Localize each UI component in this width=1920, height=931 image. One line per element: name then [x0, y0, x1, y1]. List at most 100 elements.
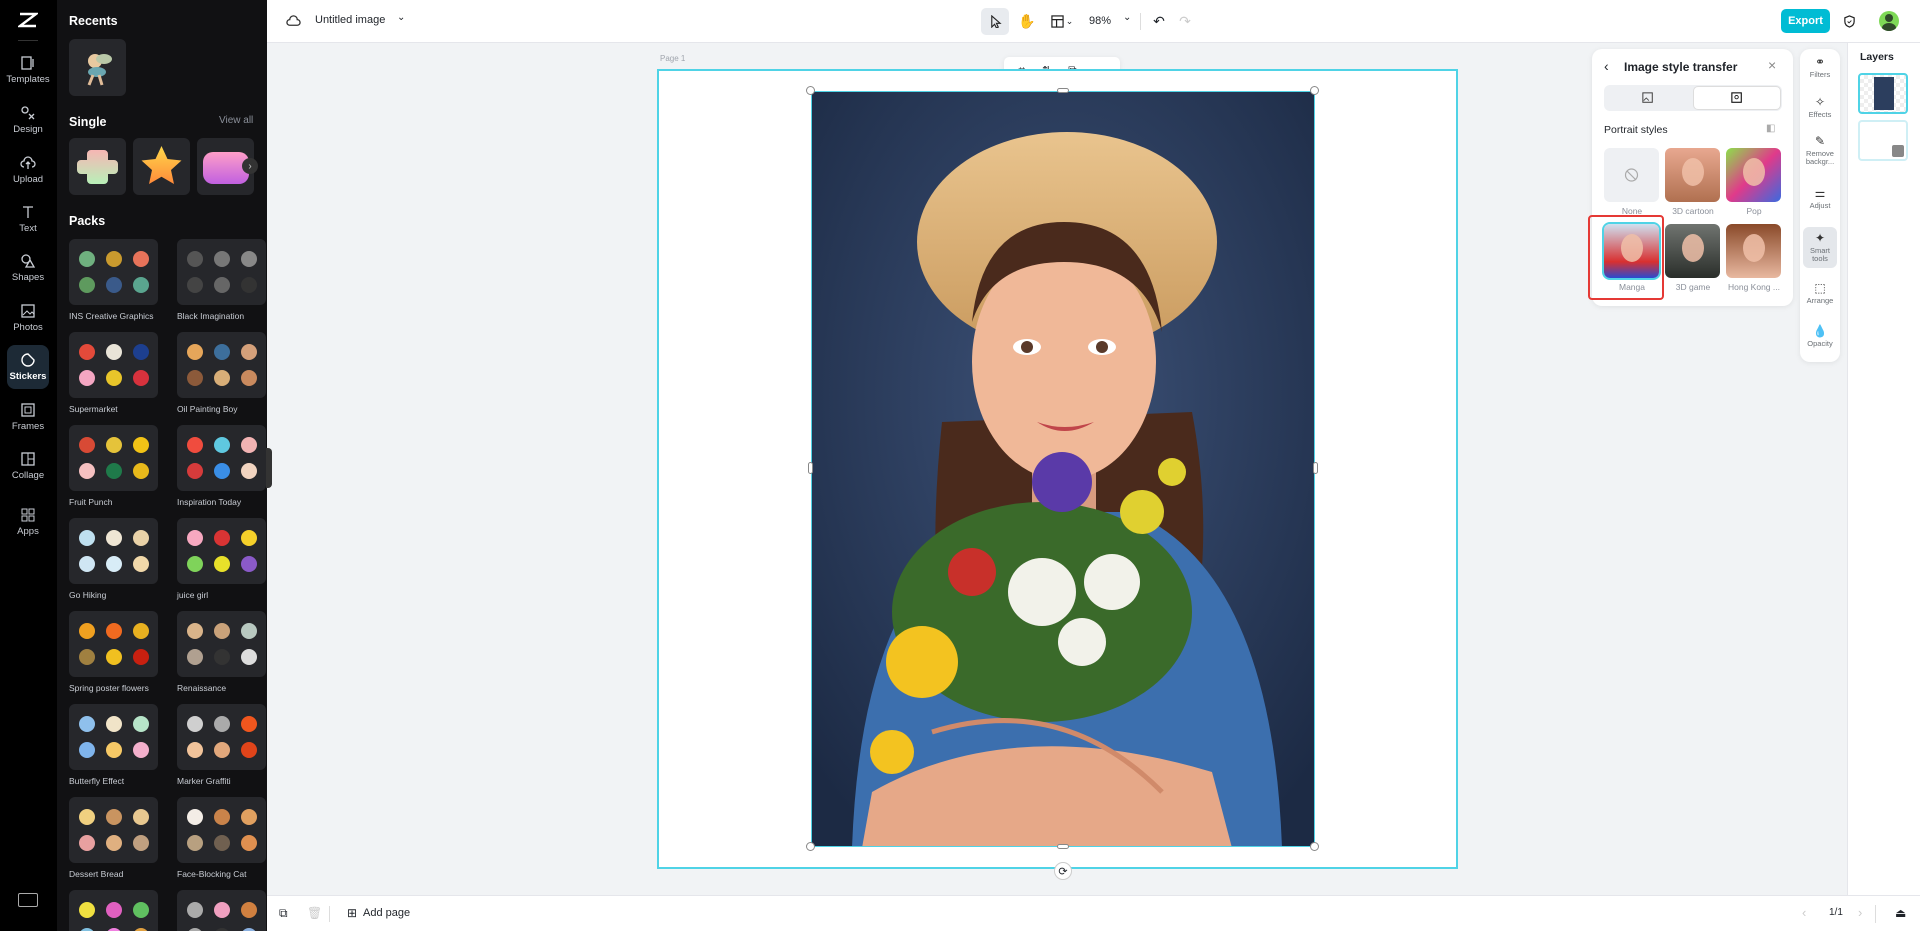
resize-handle-bottom-left[interactable] — [806, 842, 815, 851]
sticker-pack-card[interactable] — [69, 797, 158, 863]
sticker-pack-label[interactable]: Go Hiking — [69, 590, 106, 600]
pointer-icon — [990, 15, 1002, 28]
layer-thumbnail-background[interactable] — [1858, 120, 1908, 161]
image-style-tab[interactable] — [1604, 85, 1692, 111]
sticker-pack-label[interactable]: juice girl — [177, 590, 208, 600]
rotate-handle-icon[interactable]: ⟳ — [1054, 862, 1072, 880]
document-title[interactable]: Untitled image — [315, 14, 385, 26]
style-option-pop[interactable] — [1726, 148, 1781, 202]
undo-icon[interactable]: ↶ — [1147, 8, 1171, 35]
hand-tool-icon[interactable]: ✋ — [1015, 8, 1039, 35]
sticker-pack-card[interactable] — [69, 611, 158, 677]
sticker-pack-label[interactable]: Marker Graffiti — [177, 776, 231, 786]
rail-item-shapes[interactable]: Shapes — [7, 246, 49, 290]
single-sticker-cross[interactable] — [69, 138, 126, 195]
tool-opacity[interactable]: 💧 Opacity — [1800, 324, 1840, 348]
sticker-pack-label[interactable]: Oil Painting Boy — [177, 404, 237, 414]
sticker-pack-card[interactable] — [177, 239, 266, 305]
rail-item-frames[interactable]: Frames — [7, 395, 49, 439]
sticker-pack-label[interactable]: Black Imagination — [177, 311, 244, 321]
add-page-button[interactable]: Add page — [363, 907, 410, 919]
single-next-arrow-icon[interactable]: › — [242, 158, 258, 174]
title-chevron-down-icon[interactable]: ⌄ — [397, 12, 405, 23]
sticker-pack-card[interactable] — [177, 518, 266, 584]
sticker-pack-card[interactable] — [177, 890, 266, 931]
rail-item-templates[interactable]: Templates — [6, 48, 50, 92]
rail-item-photos[interactable]: Photos — [7, 296, 49, 340]
keyboard-shortcuts-icon[interactable] — [18, 893, 38, 907]
recent-sticker-cherub[interactable] — [69, 39, 126, 96]
rail-item-apps[interactable]: Apps — [7, 500, 49, 544]
panel-collapse-handle[interactable] — [266, 448, 272, 488]
user-avatar[interactable] — [1879, 11, 1899, 31]
resize-handle-right[interactable] — [1313, 462, 1318, 474]
sticker-pack-label[interactable]: Supermarket — [69, 404, 118, 414]
sticker-pack-card[interactable] — [69, 425, 158, 491]
style-option-3d-cartoon[interactable] — [1665, 148, 1720, 202]
single-sticker-star[interactable] — [133, 138, 190, 195]
rail-item-upload[interactable]: Upload — [7, 148, 49, 192]
sticker-pack-card[interactable] — [69, 239, 158, 305]
zoom-level[interactable]: 98% — [1089, 15, 1111, 27]
sticker-pack-card[interactable] — [69, 332, 158, 398]
rail-item-design[interactable]: Design — [7, 98, 49, 142]
canvas-image-portrait[interactable] — [811, 91, 1315, 847]
resize-handle-bottom[interactable] — [1057, 844, 1069, 849]
rail-item-collage[interactable]: Collage — [7, 444, 49, 488]
sticker-pack-card[interactable] — [69, 890, 158, 931]
layout-tool-button[interactable]: ⌄ — [1045, 8, 1079, 35]
sticker-preview — [187, 530, 203, 546]
sticker-pack-card[interactable] — [69, 518, 158, 584]
tool-adjust[interactable]: ⚌ Adjust — [1800, 186, 1840, 210]
tool-filters[interactable]: ⚭ Filters — [1800, 55, 1840, 79]
sticker-preview — [106, 251, 122, 267]
tool-effects[interactable]: ✧ Effects — [1800, 95, 1840, 119]
shield-icon[interactable] — [1841, 13, 1857, 29]
style-option-hong-kong[interactable] — [1726, 224, 1781, 278]
next-page-icon[interactable]: › — [1858, 905, 1862, 920]
back-arrow-icon[interactable]: ‹ — [1604, 58, 1609, 74]
view-all-link[interactable]: View all — [219, 115, 253, 126]
page-manager-icon[interactable]: ⏏ — [1895, 906, 1906, 920]
resize-handle-bottom-right[interactable] — [1310, 842, 1319, 851]
sticker-pack-label[interactable]: Renaissance — [177, 683, 226, 693]
style-option-none[interactable] — [1604, 148, 1659, 202]
sticker-pack-label[interactable]: Inspiration Today — [177, 497, 241, 507]
add-page-icon[interactable]: ⊞ — [347, 906, 357, 920]
portrait-style-tab[interactable] — [1693, 86, 1781, 110]
redo-icon[interactable]: ↷ — [1173, 8, 1197, 35]
sticker-pack-label[interactable]: Dessert Bread — [69, 869, 123, 879]
cloud-save-icon[interactable] — [285, 13, 301, 29]
rail-item-stickers[interactable]: Stickers — [7, 345, 49, 389]
rail-item-text[interactable]: Text — [7, 197, 49, 241]
tool-arrange[interactable]: ⬚ Arrange — [1800, 281, 1840, 305]
previous-page-icon[interactable]: ‹ — [1802, 905, 1806, 920]
tool-remove-background[interactable]: ✎ Remove backgr... — [1800, 134, 1840, 167]
sticker-pack-card[interactable] — [177, 425, 266, 491]
zoom-chevron-down-icon[interactable]: ⌄ — [1123, 12, 1131, 23]
compare-icon[interactable]: ◧ — [1766, 123, 1775, 134]
sticker-pack-card[interactable] — [177, 704, 266, 770]
capcut-logo-icon[interactable] — [16, 12, 40, 28]
select-tool-button[interactable] — [981, 8, 1009, 35]
layers-stack-icon[interactable]: ⧉ — [279, 906, 288, 921]
sticker-pack-label[interactable]: Face-Blocking Cat — [177, 869, 246, 879]
sticker-pack-label[interactable]: Spring poster flowers — [69, 683, 149, 693]
resize-handle-top-left[interactable] — [806, 86, 815, 95]
tool-smart-tools[interactable]: ✦ Smart tools — [1803, 227, 1837, 268]
layer-thumbnail-image[interactable] — [1858, 73, 1908, 114]
close-icon[interactable]: × — [1768, 57, 1776, 73]
sticker-pack-label[interactable]: INS Creative Graphics — [69, 311, 154, 321]
sticker-pack-label[interactable]: Fruit Punch — [69, 497, 112, 507]
sticker-pack-card[interactable] — [177, 332, 266, 398]
sticker-pack-card[interactable] — [177, 797, 266, 863]
export-button[interactable]: Export — [1781, 9, 1830, 33]
style-option-3d-game[interactable] — [1665, 224, 1720, 278]
resize-handle-top[interactable] — [1057, 88, 1069, 93]
resize-handle-left[interactable] — [808, 462, 813, 474]
sticker-pack-label[interactable]: Butterfly Effect — [69, 776, 124, 786]
sticker-pack-card[interactable] — [177, 611, 266, 677]
resize-handle-top-right[interactable] — [1310, 86, 1319, 95]
sticker-pack-card[interactable] — [69, 704, 158, 770]
delete-page-icon[interactable]: 🗑 — [307, 906, 322, 920]
